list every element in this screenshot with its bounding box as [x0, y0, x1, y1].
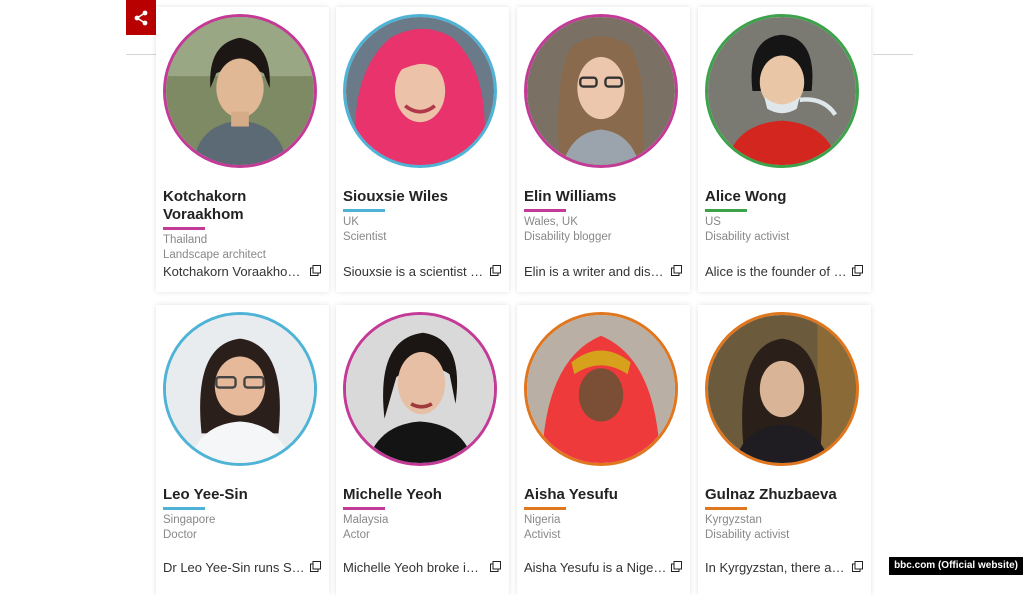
- person-description: Michelle Yeoh broke into the film indust…: [343, 560, 486, 575]
- person-role: Scientist: [343, 231, 387, 243]
- person-country: Singapore: [163, 514, 216, 526]
- person-meta: Singapore Doctor: [163, 513, 323, 543]
- external-link-icon[interactable]: [671, 265, 682, 276]
- person-country: Kyrgyzstan: [705, 514, 762, 526]
- person-role: Activist: [524, 529, 561, 541]
- person-meta: Malaysia Actor: [343, 513, 503, 543]
- share-icon: [134, 10, 148, 25]
- image-credit: bbc.com (Official website): [889, 557, 1023, 575]
- name-underline: [163, 227, 205, 230]
- person-name: Gulnaz Zhuzbaeva: [705, 486, 865, 510]
- person-country: Malaysia: [343, 514, 389, 526]
- profile-card[interactable]: Aisha Yesufu Nigeria Activist Aisha Yesu…: [517, 305, 690, 595]
- person-name: Kotchakorn Voraakhom: [163, 188, 323, 230]
- name-underline: [705, 507, 747, 510]
- person-name: Alice Wong: [705, 188, 865, 212]
- person-description: Aisha Yesufu is a Nigerian activist: [524, 560, 667, 575]
- person-role: Actor: [343, 529, 370, 541]
- person-name: Aisha Yesufu: [524, 486, 684, 510]
- person-meta: Nigeria Activist: [524, 513, 684, 543]
- person-meta: Wales, UK Disability blogger: [524, 215, 684, 245]
- person-description: In Kyrgyzstan, there are thousands of pe…: [705, 560, 848, 575]
- profile-card[interactable]: Siouxsie Wiles UK Scientist Siouxsie is …: [336, 7, 509, 292]
- person-country: Wales, UK: [524, 216, 578, 228]
- profile-card[interactable]: Michelle Yeoh Malaysia Actor Michelle Ye…: [336, 305, 509, 595]
- share-button[interactable]: [126, 0, 156, 35]
- name-underline: [524, 507, 566, 510]
- external-link-icon[interactable]: [490, 265, 501, 276]
- person-description: Dr Leo Yee-Sin runs Singapore's infectio…: [163, 560, 306, 575]
- external-link-icon[interactable]: [852, 561, 863, 572]
- name-underline: [524, 209, 566, 212]
- person-meta: Kyrgyzstan Disability activist: [705, 513, 865, 543]
- person-role: Landscape architect: [163, 249, 266, 261]
- external-link-icon[interactable]: [490, 561, 501, 572]
- external-link-icon[interactable]: [310, 561, 321, 572]
- profile-card[interactable]: Elin Williams Wales, UK Disability blogg…: [517, 7, 690, 292]
- name-underline: [705, 209, 747, 212]
- external-link-icon[interactable]: [852, 265, 863, 276]
- portrait-photo: [524, 14, 678, 168]
- person-description: Kotchakorn Voraakhom is a landscape arch…: [163, 264, 306, 279]
- person-role: Disability blogger: [524, 231, 612, 243]
- person-country: Nigeria: [524, 514, 561, 526]
- person-role: Doctor: [163, 529, 197, 541]
- person-role: Disability activist: [705, 231, 790, 243]
- divider-left: [126, 54, 156, 55]
- profile-card[interactable]: Gulnaz Zhuzbaeva Kyrgyzstan Disability a…: [698, 305, 871, 595]
- profile-card[interactable]: Leo Yee-Sin Singapore Doctor Dr Leo Yee-…: [156, 305, 329, 595]
- person-name: Elin Williams: [524, 188, 684, 212]
- person-description: Siouxsie is a scientist and science comm…: [343, 264, 486, 279]
- person-meta: US Disability activist: [705, 215, 865, 245]
- portrait-photo: [163, 14, 317, 168]
- person-description: Elin is a writer and disability blogger: [524, 264, 667, 279]
- person-meta: Thailand Landscape architect: [163, 233, 323, 263]
- person-name: Siouxsie Wiles: [343, 188, 503, 212]
- person-name: Michelle Yeoh: [343, 486, 503, 510]
- portrait-photo: [343, 14, 497, 168]
- divider-right: [873, 54, 913, 55]
- portrait-photo: [163, 312, 317, 466]
- person-role: Disability activist: [705, 529, 790, 541]
- name-underline: [343, 209, 385, 212]
- person-country: UK: [343, 216, 359, 228]
- portrait-photo: [524, 312, 678, 466]
- name-underline: [343, 507, 385, 510]
- portrait-photo: [705, 14, 859, 168]
- portrait-photo: [343, 312, 497, 466]
- person-description: Alice is the founder of the Disability V…: [705, 264, 848, 279]
- person-country: US: [705, 216, 721, 228]
- name-underline: [163, 507, 205, 510]
- portrait-photo: [705, 312, 859, 466]
- profile-card[interactable]: Alice Wong US Disability activist Alice …: [698, 7, 871, 292]
- person-name: Leo Yee-Sin: [163, 486, 323, 510]
- person-meta: UK Scientist: [343, 215, 503, 245]
- profile-card[interactable]: Kotchakorn Voraakhom Thailand Landscape …: [156, 7, 329, 292]
- external-link-icon[interactable]: [671, 561, 682, 572]
- person-country: Thailand: [163, 234, 208, 246]
- external-link-icon[interactable]: [310, 265, 321, 276]
